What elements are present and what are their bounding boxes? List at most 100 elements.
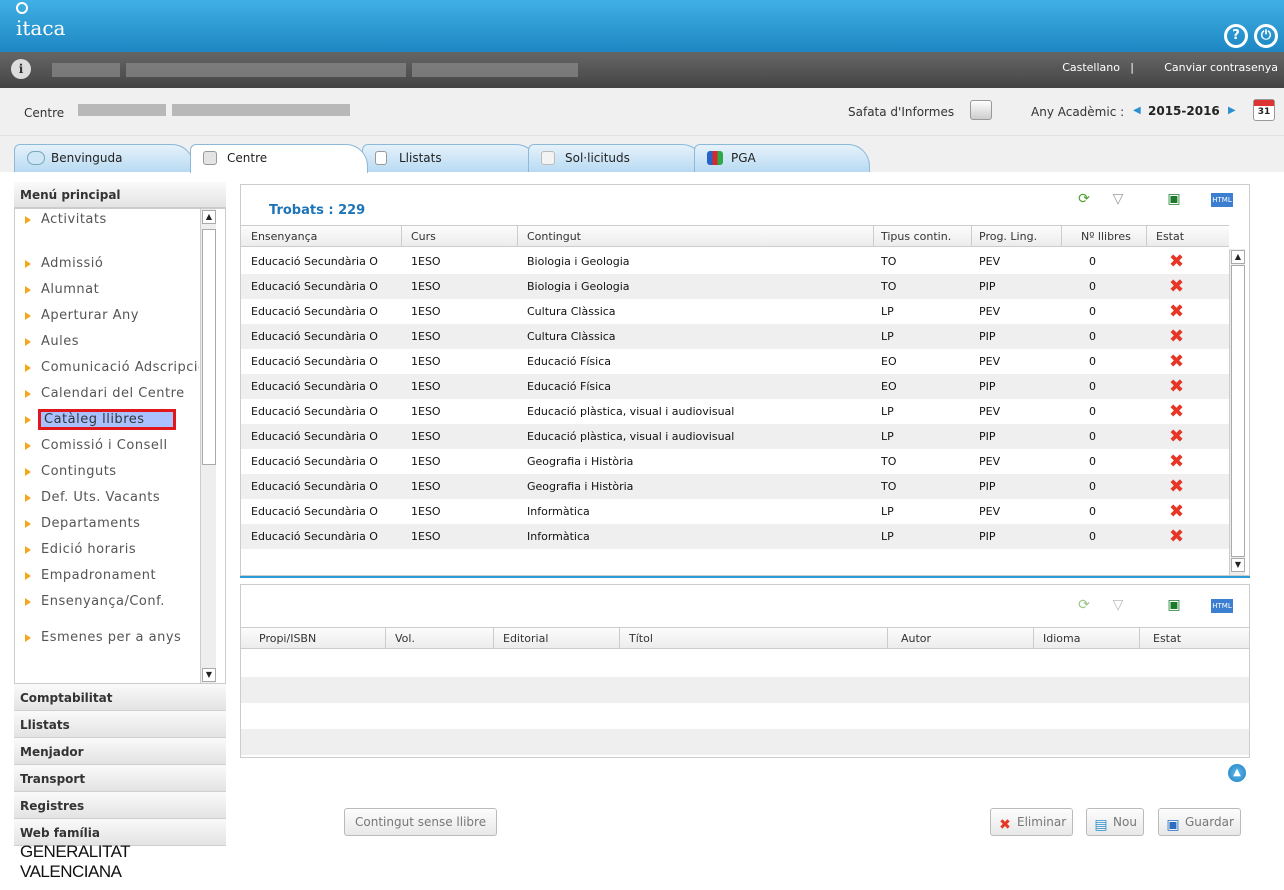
- sidebar-item-cataleg-llibres[interactable]: Catàleg llibres: [15, 409, 199, 431]
- col-estat[interactable]: Estat: [1153, 632, 1181, 645]
- button-label: Contingut sense llibre: [355, 815, 487, 829]
- previous-year-icon[interactable]: ◀: [1133, 105, 1141, 116]
- delete-status-icon[interactable]: ✖: [1169, 474, 1184, 499]
- col-vol[interactable]: Vol.: [395, 632, 415, 645]
- scrollbar-thumb[interactable]: [1231, 265, 1245, 557]
- delete-status-icon[interactable]: ✖: [1169, 449, 1184, 474]
- arrow-icon: [25, 468, 31, 476]
- section-comptabilitat[interactable]: Comptabilitat: [14, 684, 226, 711]
- scroll-up-icon[interactable]: ▲: [1231, 250, 1245, 264]
- html-export-icon[interactable]: HTML: [1211, 599, 1233, 613]
- col-tipus[interactable]: Tipus contin.: [881, 230, 951, 243]
- delete-status-icon[interactable]: ✖: [1169, 374, 1184, 399]
- section-menjador[interactable]: Menjador: [14, 738, 226, 765]
- excel-export-icon[interactable]: ▣: [1163, 191, 1185, 211]
- col-idioma[interactable]: Idioma: [1043, 632, 1080, 645]
- table-row[interactable]: Educació Secundària O 1ESO Geografia i His…: [241, 474, 1229, 499]
- save-button[interactable]: ▣ Guardar: [1158, 808, 1241, 836]
- sidebar-item[interactable]: Empadronament: [15, 565, 199, 587]
- table-cell: Educació Secundària O: [251, 480, 378, 493]
- change-password-link[interactable]: Canviar contrasenya: [1164, 61, 1278, 74]
- col-autor[interactable]: Autor: [901, 632, 931, 645]
- table-row[interactable]: Educació Secundària O 1ESO Geografia i His…: [241, 449, 1229, 474]
- col-editorial[interactable]: Editorial: [503, 632, 548, 645]
- table-icon: [203, 151, 217, 165]
- filter-icon[interactable]: ▽: [1107, 597, 1129, 617]
- table-row[interactable]: Educació Secundària O 1ESO Biologia i Geol…: [241, 249, 1229, 274]
- new-button[interactable]: ▤ Nou: [1086, 808, 1144, 836]
- delete-status-icon[interactable]: ✖: [1169, 249, 1184, 274]
- info-icon[interactable]: i: [11, 59, 31, 79]
- sidebar-item[interactable]: Alumnat: [15, 279, 199, 301]
- tab-centre[interactable]: Centre: [190, 144, 368, 173]
- delete-status-icon[interactable]: ✖: [1169, 499, 1184, 524]
- printer-icon[interactable]: [970, 100, 992, 120]
- tab-sollicituds[interactable]: Sol·licituds: [528, 144, 704, 172]
- col-contingut[interactable]: Contingut: [527, 230, 581, 243]
- help-icon[interactable]: ?: [1224, 24, 1248, 48]
- tab-benvinguda[interactable]: Benvinguda: [14, 144, 194, 172]
- col-estat[interactable]: Estat: [1156, 230, 1184, 243]
- sidebar-item[interactable]: Ensenyança/Conf.: [15, 591, 199, 613]
- tab-llistats[interactable]: Llistats: [362, 144, 538, 172]
- section-transport[interactable]: Transport: [14, 765, 226, 792]
- delete-button[interactable]: ✖ Eliminar: [990, 808, 1074, 836]
- section-llistats[interactable]: Llistats: [14, 711, 226, 738]
- table-row[interactable]: Educació Secundària O 1ESO Biologia i Geol…: [241, 274, 1229, 299]
- table-row[interactable]: Educació Secundària O 1ESO Educació plàsti…: [241, 399, 1229, 424]
- scroll-to-top-icon[interactable]: ▲: [1228, 764, 1246, 782]
- col-prog-ling[interactable]: Prog. Ling.: [979, 230, 1037, 243]
- table-row[interactable]: Educació Secundària O 1ESO Educació Física…: [241, 349, 1229, 374]
- filter-icon[interactable]: ▽: [1107, 191, 1129, 211]
- section-registres[interactable]: Registres: [14, 792, 226, 819]
- no-book-content-button[interactable]: Contingut sense llibre: [344, 808, 498, 836]
- delete-status-icon[interactable]: ✖: [1169, 524, 1184, 549]
- table-row[interactable]: Educació Secundària O 1ESO Cultura Clàssic…: [241, 324, 1229, 349]
- col-num-llibres[interactable]: Nº llibres: [1081, 230, 1131, 243]
- html-export-icon[interactable]: HTML: [1211, 193, 1233, 207]
- sidebar-item[interactable]: Aperturar Any: [15, 305, 199, 327]
- language-link[interactable]: Castellano: [1062, 61, 1120, 74]
- delete-status-icon[interactable]: ✖: [1169, 349, 1184, 374]
- main-menu-title[interactable]: Menú principal: [14, 182, 226, 208]
- logout-icon[interactable]: ⏻: [1254, 24, 1278, 48]
- sidebar-item[interactable]: Departaments: [15, 513, 199, 535]
- scroll-down-icon[interactable]: ▼: [1231, 558, 1245, 572]
- table-row[interactable]: Educació Secundària O 1ESO Educació plàsti…: [241, 424, 1229, 449]
- sidebar-item[interactable]: Aules: [15, 331, 199, 353]
- sidebar-item[interactable]: Calendari del Centre: [15, 383, 199, 405]
- delete-status-icon[interactable]: ✖: [1169, 324, 1184, 349]
- col-curs[interactable]: Curs: [411, 230, 436, 243]
- table-row[interactable]: Educació Secundària O 1ESO Informàtica LP PI…: [241, 524, 1229, 549]
- sidebar-item[interactable]: Edició horaris: [15, 539, 199, 561]
- sidebar-item[interactable]: Admissió: [15, 253, 199, 275]
- sidebar-item[interactable]: Esmenes per a anys: [15, 627, 199, 649]
- refresh-icon[interactable]: ⟳: [1073, 597, 1095, 617]
- sidebar-item[interactable]: Comissió i Consell: [15, 435, 199, 457]
- grid-scrollbar[interactable]: ▲ ▼: [1229, 249, 1245, 575]
- table-row[interactable]: Educació Secundària O 1ESO Informàtica LP PE…: [241, 499, 1229, 524]
- scroll-up-icon[interactable]: ▲: [202, 210, 216, 224]
- delete-status-icon[interactable]: ✖: [1169, 424, 1184, 449]
- delete-status-icon[interactable]: ✖: [1169, 399, 1184, 424]
- sidebar-item[interactable]: Comunicació Adscripció: [15, 357, 199, 379]
- sidebar-item[interactable]: Def. Uts. Vacants: [15, 487, 199, 509]
- table-row[interactable]: Educació Secundària O 1ESO Cultura Clàssic…: [241, 299, 1229, 324]
- delete-status-icon[interactable]: ✖: [1169, 274, 1184, 299]
- next-year-icon[interactable]: ▶: [1228, 105, 1236, 116]
- scroll-down-icon[interactable]: ▼: [202, 668, 216, 682]
- delete-status-icon[interactable]: ✖: [1169, 299, 1184, 324]
- col-titol[interactable]: Títol: [629, 632, 653, 645]
- excel-export-icon[interactable]: ▣: [1163, 597, 1185, 617]
- refresh-icon[interactable]: ⟳: [1073, 191, 1095, 211]
- sidebar-item[interactable]: Continguts: [15, 461, 199, 483]
- sidebar-scrollbar[interactable]: ▲ ▼: [200, 209, 216, 683]
- button-label: Eliminar: [1017, 815, 1067, 829]
- col-ensenyanca[interactable]: Ensenyança: [251, 230, 317, 243]
- scrollbar-thumb[interactable]: [202, 229, 216, 465]
- tab-pga[interactable]: PGA: [694, 144, 870, 172]
- calendar-icon[interactable]: 31: [1253, 99, 1275, 121]
- col-isbn[interactable]: Propi/ISBN: [259, 632, 316, 645]
- table-row[interactable]: Educació Secundària O 1ESO Educació Física…: [241, 374, 1229, 399]
- sidebar-item[interactable]: Activitats: [15, 209, 199, 231]
